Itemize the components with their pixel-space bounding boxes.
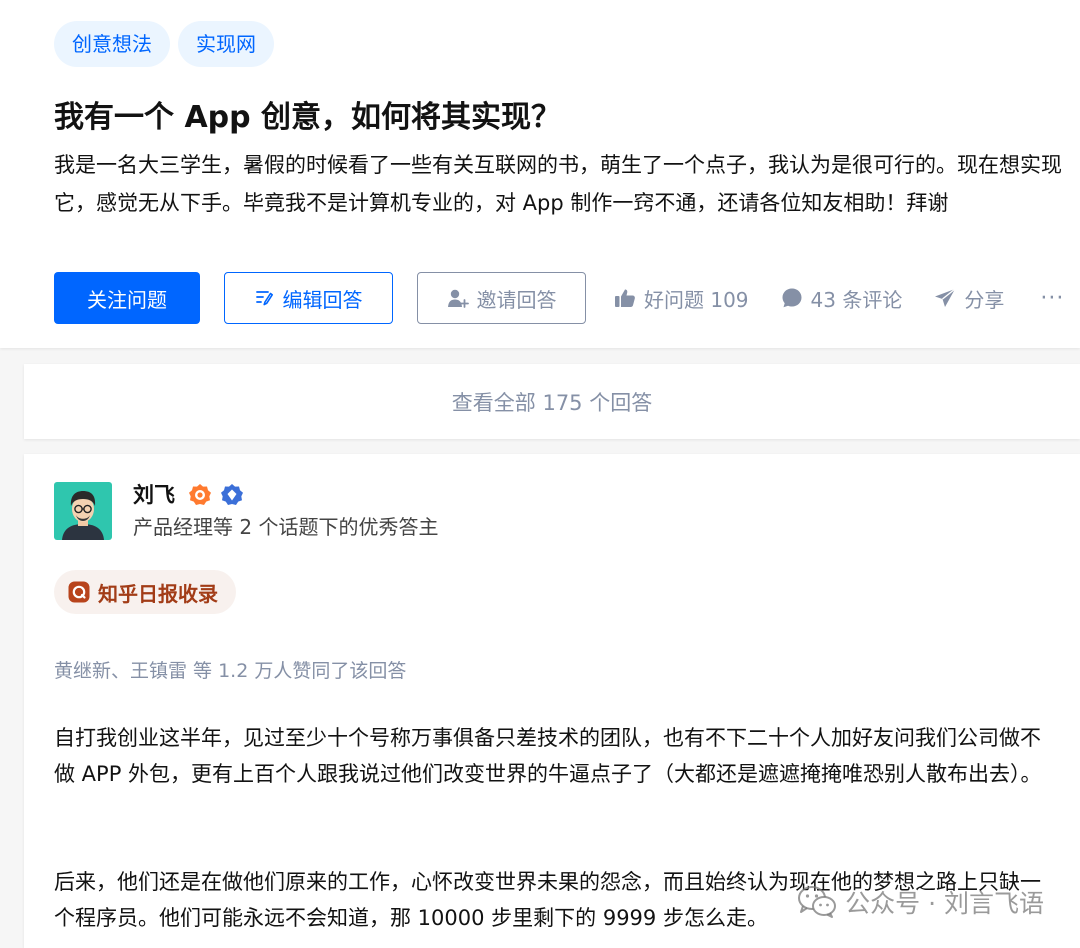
more-options-button[interactable]: ··· (1040, 286, 1064, 311)
thumbs-up-icon (614, 288, 636, 308)
answer-card: 刘飞 产品经理等 2 个话题下的优秀答主 知乎日报收录 黄继新、王镇雷 等 1.… (24, 454, 1080, 948)
zhihu-daily-tag[interactable]: 知乎日报收录 (54, 570, 236, 614)
zhihu-daily-icon (68, 581, 90, 603)
comments-button[interactable]: 43 条评论 (781, 284, 903, 313)
share-paper-plane-icon (934, 288, 956, 308)
watermark-text: 公众号 · 刘言飞语 (845, 889, 1044, 918)
comments-label: 43 条评论 (810, 287, 903, 312)
author-name[interactable]: 刘飞 (133, 480, 175, 510)
invite-answer-label: 邀请回答 (476, 287, 557, 312)
share-button[interactable]: 分享 (934, 284, 1004, 313)
question-detail: 我是一名大三学生，暑假的时候看了一些有关互联网的书，萌生了一个点子，我认为是很可… (54, 153, 1062, 215)
verified-badge-icon[interactable] (220, 483, 244, 511)
zhihu-question-page: 创意想法 实现网 我有一个 App 创意，如何将其实现？ 我是一名大三学生，暑假… (0, 0, 1080, 948)
edit-answer-button[interactable]: 编辑回答 (224, 272, 393, 324)
topic-tag[interactable]: 创意想法 (54, 21, 170, 67)
avatar[interactable] (54, 482, 112, 540)
edit-icon (255, 289, 275, 307)
answer-paragraph: 自打我创业这半年，见过至少十个号称万事俱备只差技术的团队，也有不下二十个人加好友… (54, 726, 1042, 786)
invite-answer-button[interactable]: 邀请回答 (417, 272, 586, 324)
edit-answer-label: 编辑回答 (282, 287, 363, 312)
author-headline: 产品经理等 2 个话题下的优秀答主 (133, 515, 439, 539)
watermark: 公众号 · 刘言飞语 (797, 884, 1044, 920)
wechat-icon (797, 885, 837, 919)
topic-list: 创意想法 实现网 (54, 21, 274, 67)
question-actions: 关注问题 编辑回答 邀请回答 好问题 109 43 条评论 分享 ··· (54, 272, 1064, 324)
topic-tag[interactable]: 实现网 (178, 21, 274, 67)
comment-bubble-icon (781, 287, 803, 309)
voters-summary[interactable]: 黄继新、王镇雷 等 1.2 万人赞同了该回答 (54, 656, 406, 686)
question-header: 创意想法 实现网 我有一个 App 创意，如何将其实现？ 我是一名大三学生，暑假… (0, 0, 1080, 348)
good-question-button[interactable]: 好问题 109 (614, 284, 749, 313)
share-label: 分享 (964, 287, 1005, 312)
excellent-answerer-badge-icon[interactable] (188, 483, 212, 511)
good-question-label: 好问题 109 (644, 287, 749, 312)
zhihu-daily-label: 知乎日报收录 (98, 581, 218, 606)
follow-question-button[interactable]: 关注问题 (54, 272, 200, 324)
question-title[interactable]: 我有一个 App 创意，如何将其实现？ (54, 97, 561, 139)
view-all-answers-link[interactable]: 查看全部 175 个回答 (24, 364, 1080, 439)
invite-user-icon (447, 288, 469, 308)
